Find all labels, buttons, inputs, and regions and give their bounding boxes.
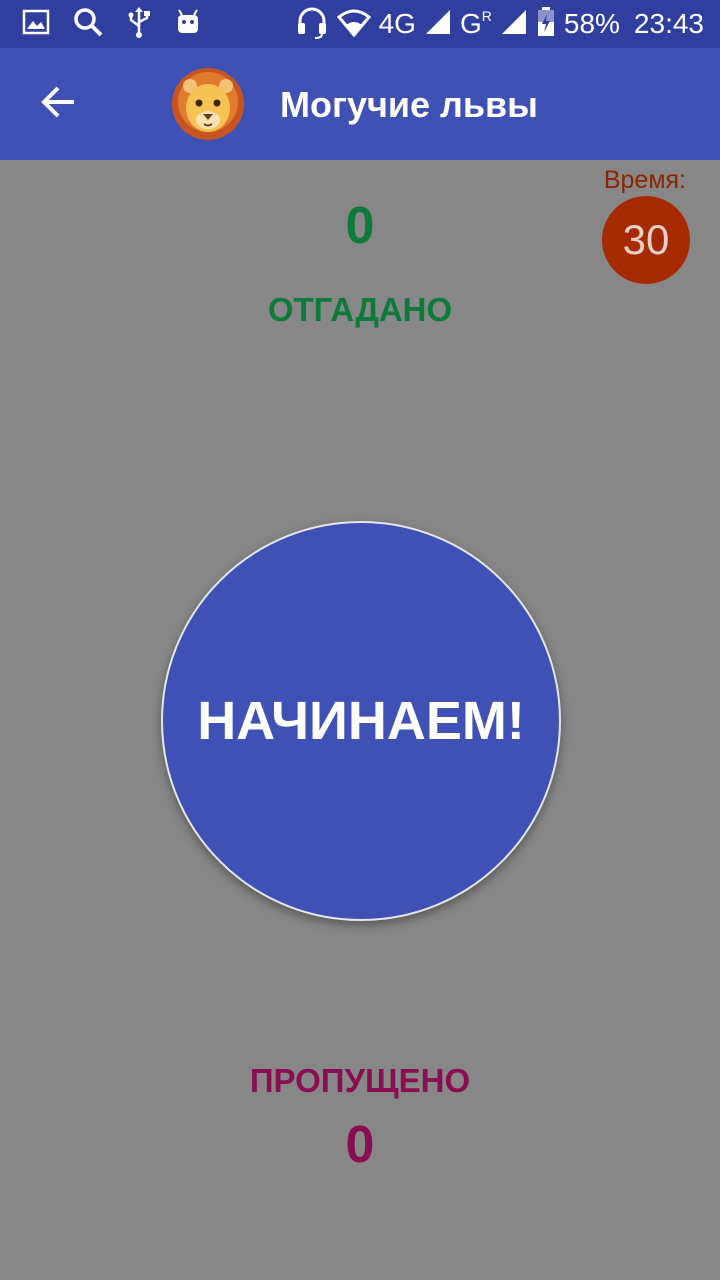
signal-icon [424,8,452,41]
guessed-label: ОТГАДАНО [267,291,453,328]
android-icon [174,8,202,41]
network-type-label: 4G [378,8,416,39]
signal-icon [500,8,528,41]
skipped-label: ПРОПУЩЕНО [249,1062,471,1099]
guessed-count: 0 [345,197,375,255]
clock: 23:43 [633,8,704,39]
status-bar: 4G GR 58% 23:43 [0,0,720,48]
network-type-label-2: GR [459,8,492,39]
lion-icon [170,66,246,142]
start-button[interactable]: НАЧИНАЕМ! [161,521,561,921]
usb-icon [126,6,152,43]
headset-icon [295,5,329,44]
battery-icon [536,6,556,43]
timer-label: Время: [603,166,686,194]
start-button-label: НАЧИНАЕМ! [197,691,525,751]
app-bar: Могучие львы [0,48,720,160]
wifi-icon [336,7,371,42]
battery-percent: 58% [563,8,620,39]
search-icon [72,6,104,43]
page-title: Могучие львы [280,84,538,125]
arrow-back-icon [40,84,76,125]
back-button[interactable] [26,72,90,136]
gallery-icon [22,9,50,40]
skipped-count: 0 [345,1116,375,1174]
